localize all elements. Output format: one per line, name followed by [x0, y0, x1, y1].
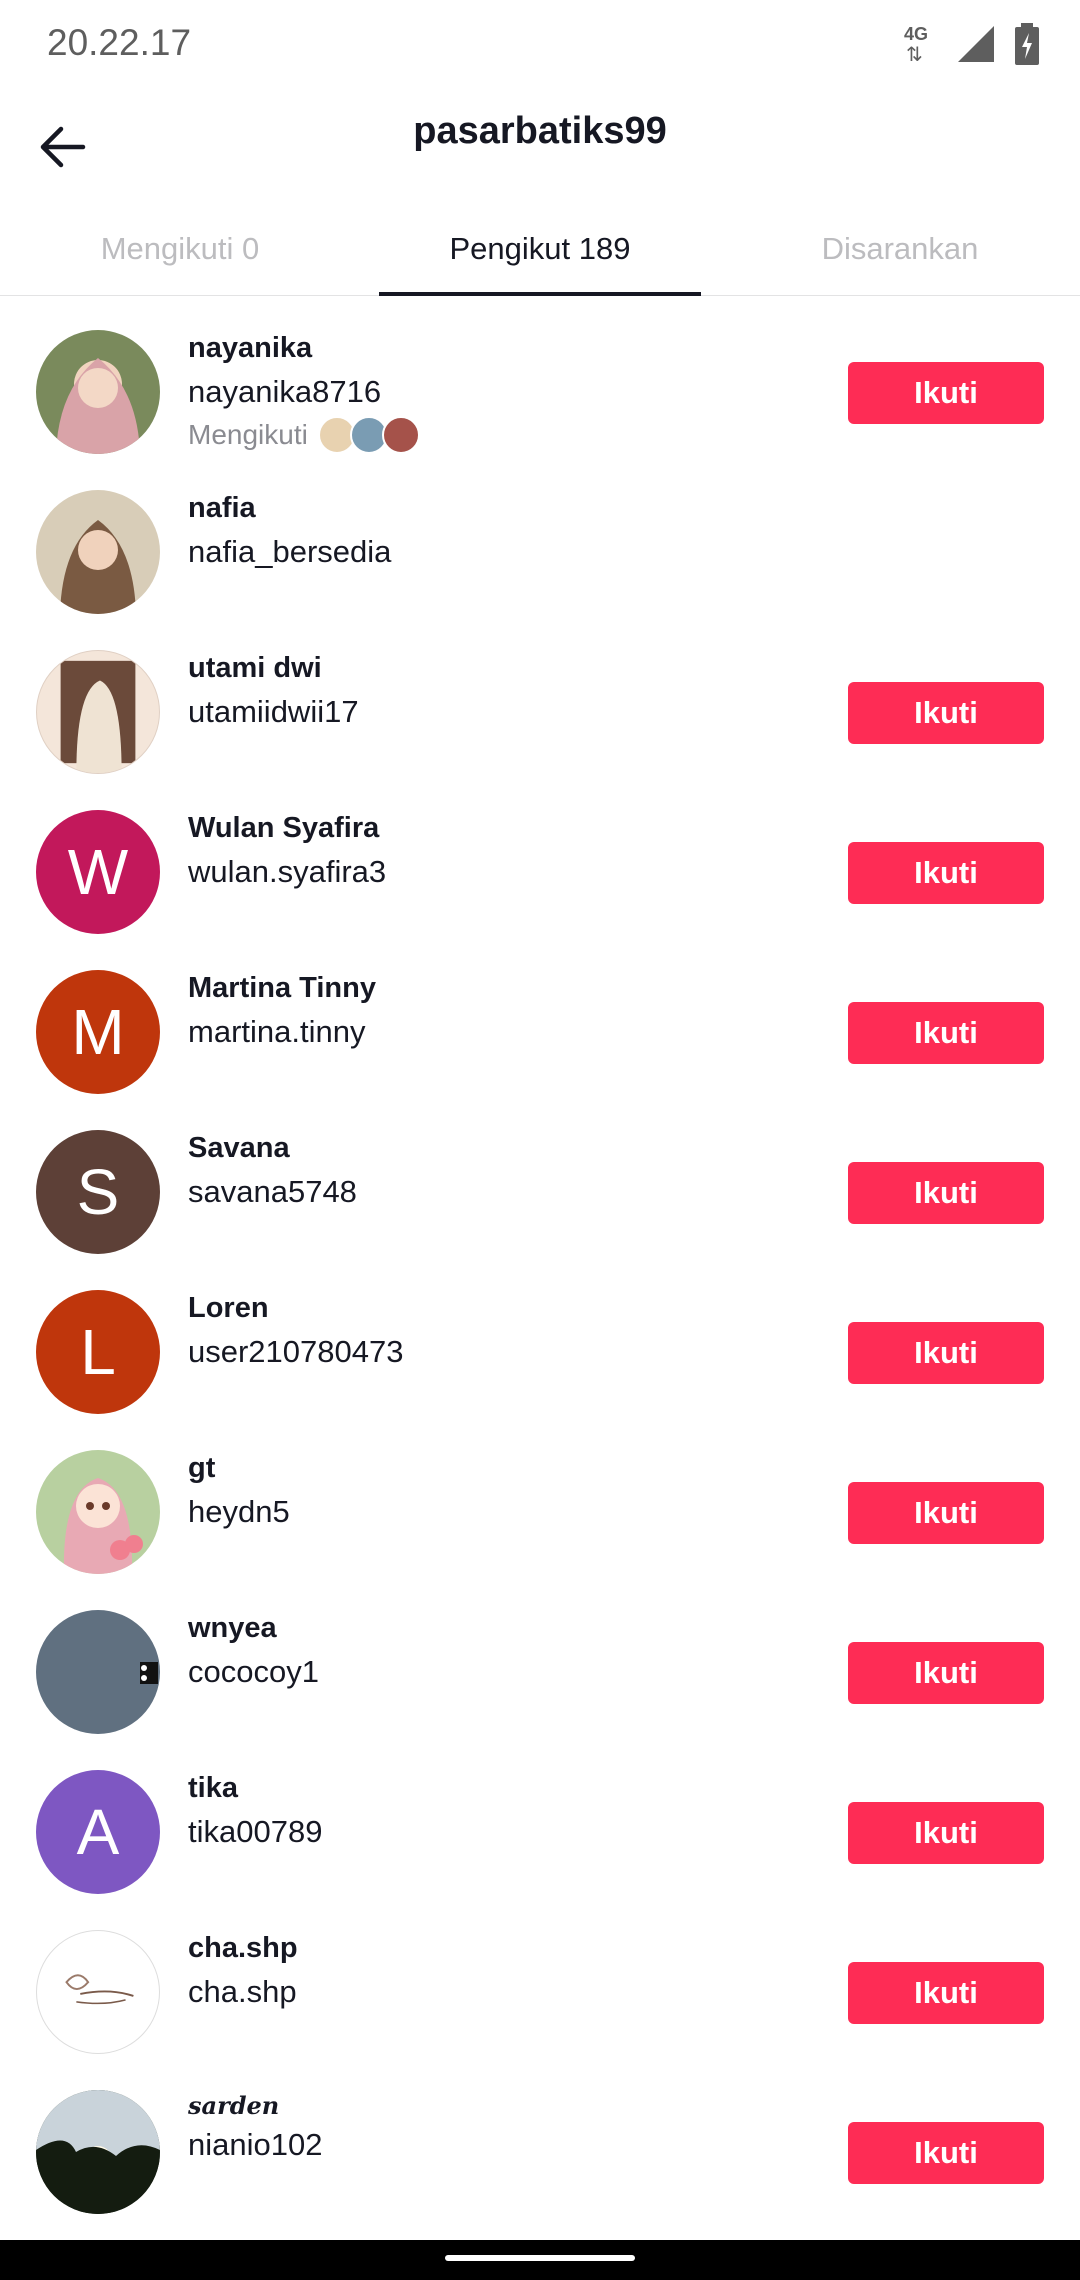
home-indicator[interactable] [445, 2255, 635, 2261]
display-name: gt [188, 1452, 216, 1484]
list-item[interactable]: A tika tika00789 Ikuti [0, 1750, 1080, 1910]
list-item[interactable]: cha.shp cha.shp Ikuti [0, 1910, 1080, 2070]
shop-logo-icon [65, 1974, 134, 2005]
avatar[interactable]: L [36, 1290, 160, 1414]
username: savana5748 [188, 1173, 357, 1209]
avatar[interactable] [36, 330, 160, 454]
avatar[interactable]: S [36, 1130, 160, 1254]
list-item[interactable]: wnyea cococoy1 Ikuti [0, 1590, 1080, 1750]
follow-button[interactable]: Ikuti [848, 1802, 1044, 1864]
username: nayanika8716 [188, 373, 382, 409]
follow-button[interactable]: Ikuti [848, 1002, 1044, 1064]
tab-suggested-label: Disarankan [821, 231, 979, 266]
display-name: wnyea [188, 1612, 277, 1644]
list-item[interactable]: gt heydn5 Ikuti [0, 1430, 1080, 1590]
username: nianio102 [188, 2127, 323, 2163]
avatar[interactable] [36, 1450, 160, 1574]
avatar[interactable] [36, 1930, 160, 2054]
display-name: Savana [188, 1132, 290, 1164]
tab-bar: Mengikuti 0 Pengikut 189 Disarankan [0, 215, 1080, 296]
follow-button[interactable]: Ikuti [848, 1322, 1044, 1384]
list-item[interactable]: W Wulan Syafira wulan.syafira3 Ikuti [0, 790, 1080, 950]
signal-icon [958, 26, 994, 62]
display-name: Wulan Syafira [188, 812, 380, 844]
username: cha.shp [188, 1973, 297, 2009]
username: wulan.syafira3 [188, 853, 387, 889]
tab-following-label: Mengikuti 0 [100, 231, 260, 266]
display-name: tika [188, 1772, 238, 1804]
list-item[interactable]: utami dwi utamiidwii17 Ikuti [0, 630, 1080, 790]
top-header: pasarbatiks99 [0, 90, 1080, 210]
tab-following[interactable]: Mengikuti 0 [0, 215, 360, 295]
avatar[interactable]: W [36, 810, 160, 934]
username: martina.tinny [188, 1013, 366, 1049]
username: cococoy1 [188, 1653, 319, 1689]
display-name: Martina Tinny [188, 972, 376, 1004]
username: heydn5 [188, 1493, 290, 1529]
mutual-label: Mengikuti [188, 418, 308, 450]
follow-button[interactable]: Ikuti [848, 842, 1044, 904]
status-bar: 20.22.17 4G ⇅ [0, 0, 1080, 90]
list-item[interactable]: M Martina Tinny martina.tinny Ikuti [0, 950, 1080, 1110]
follow-button[interactable]: Ikuti [848, 362, 1044, 424]
list-item[interactable]: nayanika nayanika8716 Mengikuti Ikuti [0, 310, 1080, 470]
username: nafia_bersedia [188, 533, 392, 569]
follow-button[interactable]: Ikuti [848, 1162, 1044, 1224]
list-item[interactable]: L Loren user210780473 Ikuti [0, 1270, 1080, 1430]
status-icons: 4G ⇅ [902, 22, 1040, 66]
list-item[interactable]: nafia nafia_bersedia [0, 470, 1080, 630]
follow-button[interactable]: Ikuti [848, 2122, 1044, 2184]
status-time: 20.22.17 [47, 22, 192, 63]
avatar[interactable] [36, 2090, 160, 2214]
avatar[interactable] [36, 490, 160, 614]
follow-button[interactable]: Ikuti [848, 1482, 1044, 1544]
avatar[interactable] [36, 1610, 160, 1734]
followers-list: nayanika nayanika8716 Mengikuti Ikuti na… [0, 310, 1080, 2230]
system-navigation-bar [0, 2240, 1080, 2280]
tab-followers[interactable]: Pengikut 189 [360, 215, 720, 296]
page-title: pasarbatiks99 [413, 110, 667, 152]
follow-button[interactable]: Ikuti [848, 682, 1044, 744]
display-name: Loren [188, 1292, 269, 1324]
follow-button[interactable]: Ikuti [848, 1642, 1044, 1704]
mutual-following: Mengikuti [188, 415, 420, 454]
mutual-avatar [381, 415, 420, 454]
list-item[interactable]: sarden nianio102 Ikuti [0, 2070, 1080, 2230]
display-name: utami dwi [188, 652, 322, 684]
avatar[interactable] [36, 650, 160, 774]
display-name: nayanika [188, 332, 313, 364]
username: user210780473 [188, 1333, 404, 1369]
active-tab-indicator [379, 292, 701, 296]
username: utamiidwii17 [188, 693, 359, 729]
list-item[interactable]: S Savana savana5748 Ikuti [0, 1110, 1080, 1270]
battery-charging-icon [1015, 23, 1039, 65]
tab-followers-label: Pengikut 189 [449, 231, 631, 266]
follow-button[interactable]: Ikuti [848, 1962, 1044, 2024]
network-4g-icon: 4G ⇅ [904, 24, 929, 66]
display-name: nafia [188, 492, 256, 524]
avatar[interactable]: M [36, 970, 160, 1094]
display-name: cha.shp [188, 1932, 298, 1964]
tab-suggested[interactable]: Disarankan [720, 215, 1080, 295]
avatar[interactable]: A [36, 1770, 160, 1894]
display-name: sarden [188, 2091, 280, 2120]
username: tika00789 [188, 1813, 323, 1849]
